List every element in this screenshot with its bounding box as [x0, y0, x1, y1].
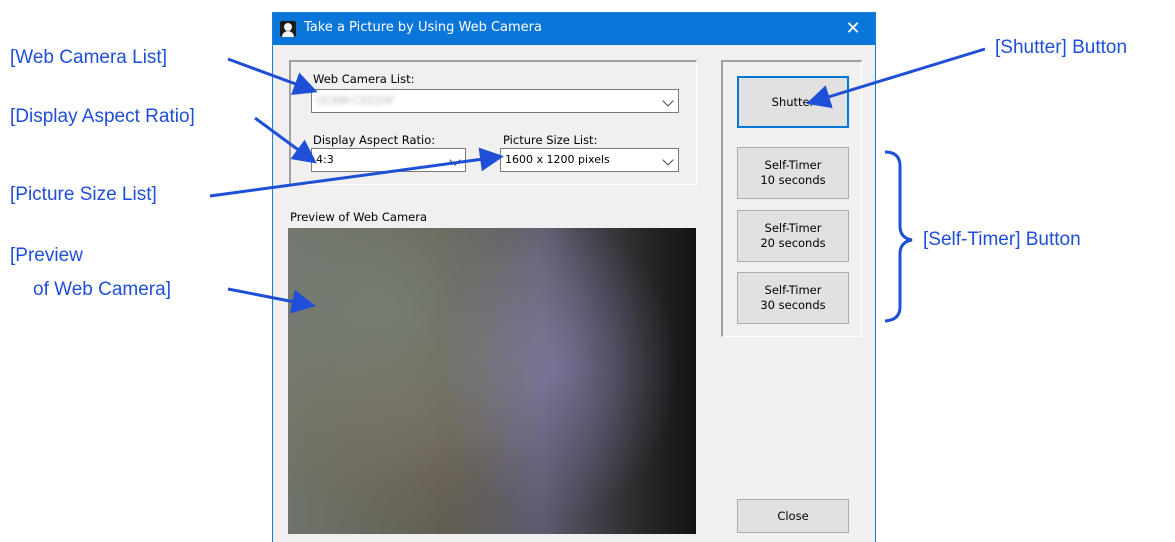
self-timer-20-line1: Self-Timer — [764, 221, 822, 235]
web-camera-list-dropdown[interactable]: UCAM-C0220F — [311, 89, 679, 113]
callout-display-aspect-ratio: [Display Aspect Ratio] — [10, 106, 195, 127]
callout-shutter-button: [Shutter] Button — [995, 37, 1128, 58]
shutter-button[interactable]: Shutter — [737, 76, 849, 128]
close-icon[interactable]: ✕ — [831, 13, 875, 45]
callout-web-camera-list: [Web Camera List] — [10, 47, 167, 68]
picture-size-list-label: Picture Size List: — [503, 133, 598, 147]
title-bar[interactable]: Take a Picture by Using Web Camera ✕ — [273, 13, 875, 45]
web-camera-preview — [288, 228, 696, 534]
display-aspect-ratio-label: Display Aspect Ratio: — [313, 133, 436, 147]
self-timer-10-line1: Self-Timer — [764, 158, 822, 172]
close-button-label: Close — [777, 508, 809, 523]
self-timer-10-button[interactable]: Self-Timer 10 seconds — [737, 147, 849, 199]
display-aspect-ratio-dropdown[interactable]: 4:3 — [311, 148, 466, 172]
shutter-button-label: Shutter — [771, 94, 815, 109]
self-timer-brace — [884, 150, 913, 323]
callout-preview-line2: of Web Camera] — [33, 279, 171, 300]
display-aspect-ratio-value: 4:3 — [316, 153, 334, 166]
self-timer-20-button[interactable]: Self-Timer 20 seconds — [737, 210, 849, 262]
chevron-down-icon — [662, 154, 674, 166]
picture-size-value: 1600 x 1200 pixels — [505, 153, 610, 166]
callout-self-timer-button: [Self-Timer] Button — [923, 229, 1081, 250]
person-silhouette-icon — [280, 21, 296, 37]
self-timer-30-line1: Self-Timer — [764, 283, 822, 297]
callout-picture-size-list: [Picture Size List] — [10, 184, 157, 205]
window-title: Take a Picture by Using Web Camera — [304, 20, 542, 35]
chevron-down-icon — [662, 95, 674, 107]
web-camera-selected-value: UCAM-C0220F — [316, 94, 395, 107]
callout-preview-line1: [Preview — [10, 245, 83, 266]
chevron-down-icon — [449, 154, 461, 166]
self-timer-10-line2: 10 seconds — [760, 173, 826, 187]
self-timer-30-line2: 30 seconds — [760, 298, 826, 312]
close-button[interactable]: Close — [737, 499, 849, 533]
picture-size-list-dropdown[interactable]: 1600 x 1200 pixels — [500, 148, 679, 172]
self-timer-30-button[interactable]: Self-Timer 30 seconds — [737, 272, 849, 324]
web-camera-list-label: Web Camera List: — [313, 72, 415, 86]
self-timer-20-line2: 20 seconds — [760, 236, 826, 250]
preview-label: Preview of Web Camera — [290, 210, 428, 224]
